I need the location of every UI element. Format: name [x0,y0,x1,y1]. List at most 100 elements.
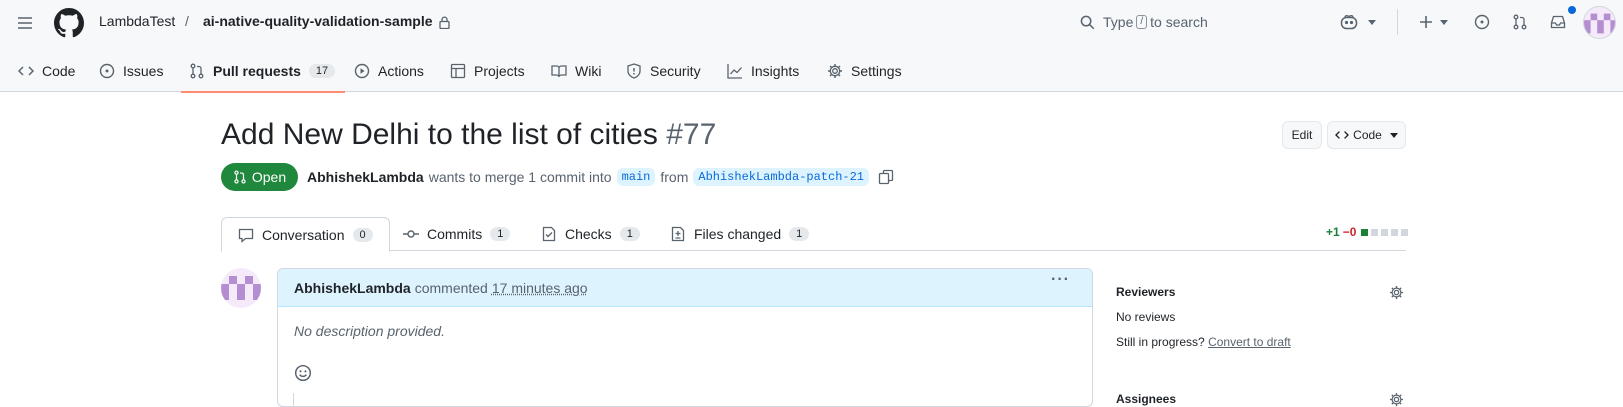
tab-wiki[interactable]: Wiki [551,50,601,92]
tab-issues-label: Issues [123,63,164,79]
create-new-button[interactable] [1413,10,1453,34]
pr-description-comment: AbhishekLambda commented 17 minutes ago … [277,268,1093,407]
assignees-heading[interactable]: Assignees [1116,392,1176,406]
code-button-label: Code [1353,128,1382,142]
diff-deletions: −0 [1342,225,1357,239]
comment-timestamp[interactable]: 17 minutes ago [492,280,588,296]
user-avatar[interactable] [1583,6,1616,39]
conversation-count: 0 [352,227,373,242]
tab-insights-label: Insights [751,63,800,79]
copy-icon[interactable] [878,169,894,185]
tab-projects[interactable]: Projects [450,50,525,92]
diff-block-neutral [1381,228,1389,236]
file-diff-icon [670,226,686,242]
tab-conversation-label: Conversation [262,226,345,243]
checks-count: 1 [619,227,640,241]
head-branch[interactable]: AbhishekLambda-patch-21 [693,168,870,186]
diff-block-added [1361,228,1369,236]
pr-merge-text: wants to merge 1 commit into [428,169,612,185]
kebab-menu-icon[interactable]: ··· [1051,271,1070,289]
comment-author[interactable]: AbhishekLambda [294,280,411,296]
comment-action: commented [414,279,488,296]
reviewers-heading[interactable]: Reviewers [1116,285,1175,299]
base-branch[interactable]: main [616,168,656,186]
lock-icon [438,15,450,29]
plus-icon [1419,15,1433,29]
copilot-button[interactable] [1335,10,1381,34]
comment-header: AbhishekLambda commented 17 minutes ago … [278,269,1092,307]
graph-icon [727,63,743,79]
tab-code[interactable]: Code [18,50,75,92]
code-icon [1335,129,1350,141]
reviewers-value: No reviews [1116,310,1176,324]
search-icon [1080,15,1095,30]
tab-security-label: Security [650,63,701,79]
global-header: LambdaTest / ai-native-quality-validatio… [0,0,1623,93]
breadcrumb-separator: / [185,13,189,29]
search-input[interactable]: Type / to search [1070,7,1322,37]
edit-button-label: Edit [1291,128,1313,142]
notification-dot [1568,6,1576,14]
search-shortcut-key: / [1136,15,1148,29]
pr-from-text: from [660,169,689,185]
commits-count: 1 [490,227,511,241]
assignees-gear-icon[interactable] [1388,391,1404,407]
breadcrumb-owner[interactable]: LambdaTest [99,13,175,29]
menu-icon[interactable] [14,12,36,34]
tab-commits[interactable]: Commits 1 [403,217,511,251]
tab-settings-label: Settings [851,63,902,79]
book-icon [551,63,567,79]
issues-icon[interactable] [1470,10,1494,34]
tab-wiki-label: Wiki [575,63,602,79]
chevron-down-icon [1389,132,1398,138]
play-icon [354,63,370,79]
tab-checks[interactable]: Checks 1 [541,217,640,251]
code-icon [18,63,34,79]
tab-actions[interactable]: Actions [354,50,424,92]
tab-files-changed[interactable]: Files changed 1 [670,217,810,251]
pr-title: Add New Delhi to the list of cities #77 [221,118,716,152]
tab-security[interactable]: Security [626,50,701,92]
search-suffix: to search [1150,14,1208,30]
pr-author-link[interactable]: AbhishekLambda [307,169,424,185]
diffstat: +1 −0 [1326,225,1409,239]
code-dropdown-button[interactable]: Code [1327,121,1406,149]
tab-conversation[interactable]: Conversation 0 [221,217,390,252]
pull-requests-icon[interactable] [1508,10,1532,34]
draft-prompt: Still in progress? Convert to draft [1116,335,1291,349]
in-progress-text: Still in progress? [1116,335,1205,349]
edit-button[interactable]: Edit [1282,121,1322,149]
issues-icon [99,63,115,79]
reviewers-gear-icon[interactable] [1388,284,1404,300]
gear-icon [827,63,843,79]
pr-number: #77 [666,118,717,151]
search-prefix: Type [1103,14,1134,30]
diff-block-neutral [1401,228,1409,236]
github-logo-icon[interactable] [53,7,85,39]
copilot-icon [1340,14,1358,30]
pr-state-label: Open [251,169,287,185]
timeline-line [293,393,294,406]
tab-commits-label: Commits [427,226,483,242]
diff-block-neutral [1371,228,1379,236]
commit-icon [403,226,419,242]
tab-pull-requests-label: Pull requests [213,63,301,79]
inbox-icon[interactable] [1546,10,1570,34]
table-icon [450,63,466,79]
tab-settings[interactable]: Settings [827,50,902,92]
comment-author-avatar[interactable] [221,268,261,308]
pull-requests-count: 17 [308,64,336,78]
tab-pull-requests[interactable]: Pull requests 17 [180,50,346,93]
tab-projects-label: Projects [474,63,525,79]
header-divider [1397,9,1398,35]
tab-code-label: Code [42,63,76,79]
tab-issues[interactable]: Issues [99,50,163,92]
tab-checks-label: Checks [565,226,612,242]
convert-to-draft-link[interactable]: Convert to draft [1208,335,1291,349]
smiley-icon[interactable] [294,364,312,382]
comment-body: No description provided. [278,307,1092,382]
tab-insights[interactable]: Insights [727,50,799,92]
chevron-down-icon [1368,19,1376,25]
pr-title-text: Add New Delhi to the list of cities [221,118,658,151]
breadcrumb-repo[interactable]: ai-native-quality-validation-sample [203,13,433,29]
